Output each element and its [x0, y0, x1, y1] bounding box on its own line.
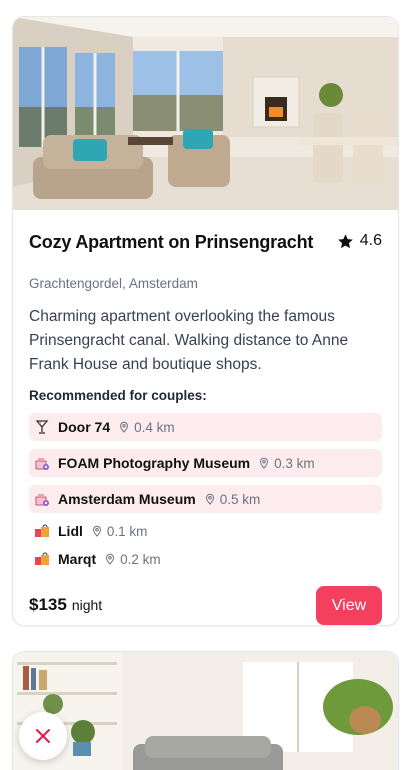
price-unit: night [71, 597, 103, 613]
recommendation-distance: 0.5 km [204, 491, 261, 507]
distance-value: 0.1 km [106, 523, 148, 539]
cocktail-icon [33, 418, 51, 436]
recommended-heading: Recommended for couples: [29, 388, 207, 403]
map-pin-icon [106, 553, 115, 565]
listings-page: Cozy Apartment on Prinsengracht 4.6 Grac… [0, 0, 409, 770]
recommendation-item[interactable]: FOAM Photography Museum 0.3 km [29, 449, 382, 477]
close-button[interactable] [19, 712, 67, 760]
close-icon [36, 729, 50, 743]
museum-icon [33, 490, 51, 508]
recommendation-distance: 0.1 km [91, 523, 148, 539]
listing-title: Cozy Apartment on Prinsengracht [29, 232, 314, 252]
listing-photo [13, 652, 398, 770]
recommendation-distance: 0.3 km [258, 456, 315, 471]
recommendation-item[interactable]: Lidl 0.1 km [29, 517, 382, 545]
recommendation-name: Door 74 [58, 419, 111, 435]
shopping-icon [33, 522, 51, 540]
recommendation-name: Lidl [58, 523, 83, 539]
recommendation-item[interactable]: Amsterdam Museum 0.5 km [29, 485, 382, 513]
distance-value: 0.4 km [134, 419, 175, 435]
price-amount: $135 [29, 595, 67, 614]
recommendation-name: Marqt [58, 551, 97, 567]
distance-value: 0.5 km [219, 491, 261, 507]
map-pin-icon [120, 421, 129, 433]
shopping-icon [33, 550, 51, 568]
recommendation-name: FOAM Photography Museum [58, 455, 251, 471]
price: $135 night [29, 595, 102, 615]
rating: 4.6 [337, 232, 382, 250]
distance-value: 0.2 km [120, 551, 161, 567]
museum-icon [33, 454, 51, 472]
rating-value: 4.6 [359, 232, 382, 249]
listing-photo [13, 17, 398, 210]
listing-description: Charming apartment overlooking the famou… [29, 308, 349, 373]
map-pin-icon [205, 493, 214, 505]
recommendation-distance: 0.2 km [104, 552, 161, 567]
listing-card[interactable] [12, 651, 399, 770]
recommendation-name: Amsterdam Museum [58, 491, 196, 507]
listing-location: Grachtengordel, Amsterdam [29, 276, 198, 291]
star-icon [337, 233, 353, 248]
map-pin-icon [92, 525, 101, 537]
listing-card[interactable]: Cozy Apartment on Prinsengracht 4.6 Grac… [12, 16, 399, 626]
view-button[interactable]: View [316, 586, 382, 625]
distance-value: 0.3 km [274, 455, 315, 471]
map-pin-icon [260, 457, 269, 469]
recommendation-item[interactable]: Door 74 0.4 km [29, 413, 382, 441]
recommendation-distance: 0.4 km [118, 420, 175, 435]
recommendation-item[interactable]: Marqt 0.2 km [29, 545, 382, 573]
